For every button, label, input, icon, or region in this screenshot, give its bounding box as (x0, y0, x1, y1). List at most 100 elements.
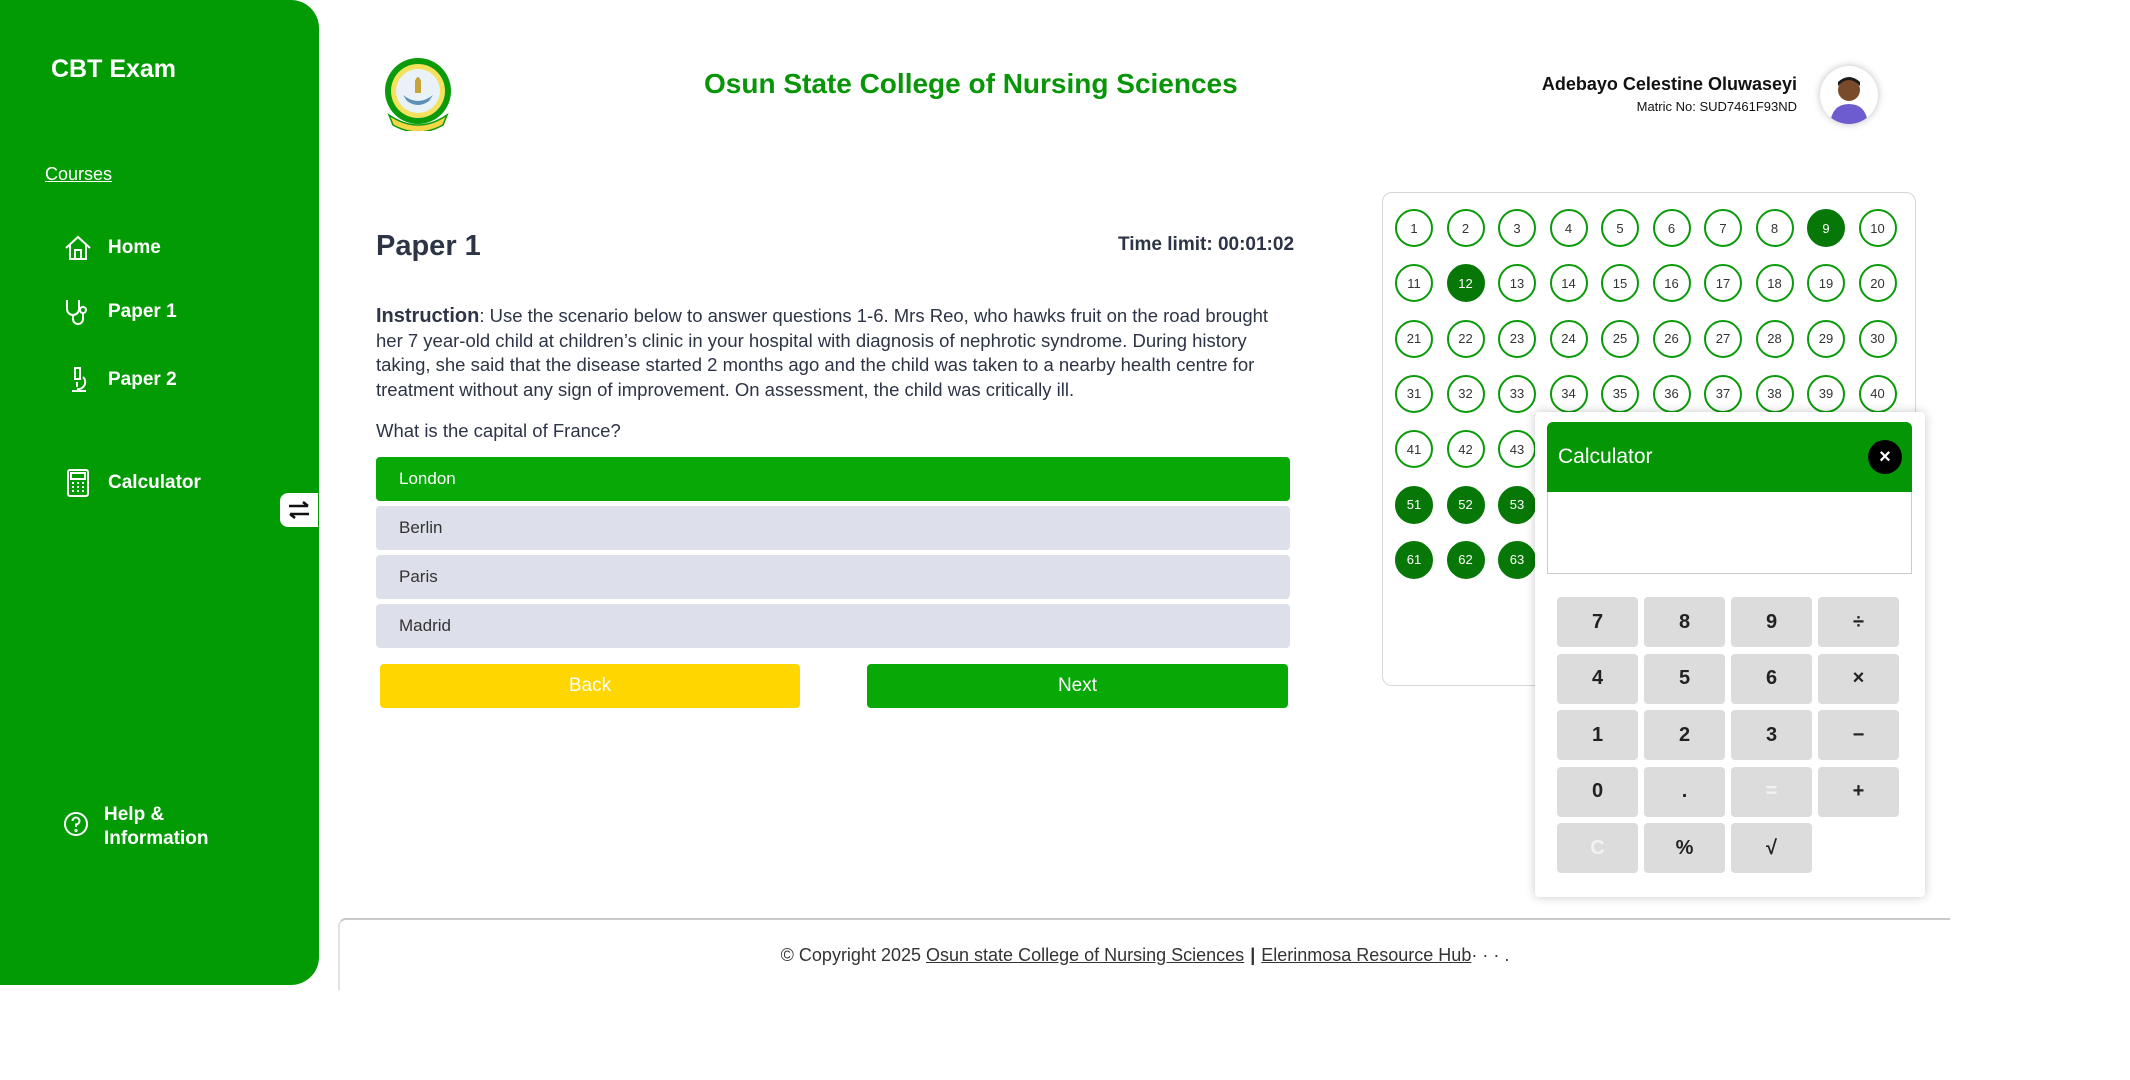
sidebar-item-calculator[interactable]: Calculator (62, 465, 201, 501)
close-button[interactable]: × (1868, 440, 1902, 474)
paper-title: Paper 1 (376, 230, 481, 262)
question-number-button[interactable]: 3 (1498, 209, 1536, 247)
next-button[interactable]: Next (867, 664, 1288, 708)
brand-title: CBT Exam (51, 55, 177, 83)
question-number-button[interactable]: 34 (1549, 374, 1588, 413)
question-number-button[interactable]: 11 (1395, 264, 1433, 303)
calc-key-7[interactable]: 7 (1557, 597, 1638, 647)
calc-key-0[interactable]: 0 (1557, 766, 1638, 817)
question-number-button[interactable]: 10 (1858, 209, 1897, 247)
question-number-button[interactable]: 7 (1704, 209, 1742, 247)
question-number-button[interactable]: 22 (1446, 319, 1485, 358)
user-name: Adebayo Celestine Oluwaseyi (1541, 74, 1797, 94)
footer: © Copyright 2025 Osun state College of N… (338, 918, 1950, 990)
calc-key-6[interactable]: 6 (1731, 653, 1812, 704)
question-number-button[interactable]: 24 (1549, 319, 1588, 358)
calc-key-3[interactable]: 3 (1731, 710, 1812, 760)
question-number-button[interactable]: 21 (1395, 319, 1433, 358)
calc-key-divide[interactable]: ÷ (1818, 597, 1899, 647)
question-number-button[interactable]: 2 (1446, 209, 1485, 247)
home-icon (62, 230, 94, 266)
matric-number: Matric No: SUD7461F93ND (1636, 99, 1797, 114)
question-number-button[interactable]: 61 (1395, 540, 1433, 579)
question-number-button[interactable]: 43 (1498, 430, 1536, 469)
question-number-button[interactable]: 38 (1755, 374, 1794, 413)
courses-link[interactable]: Courses (45, 164, 112, 185)
calc-key-subtract[interactable]: − (1818, 710, 1899, 760)
question-number-button[interactable]: 33 (1498, 374, 1536, 413)
question-number-button[interactable]: 31 (1395, 374, 1433, 413)
question-number-button[interactable]: 13 (1498, 264, 1536, 303)
question-number-button[interactable]: 52 (1446, 485, 1485, 524)
question-number-button[interactable]: 63 (1498, 540, 1536, 579)
calc-key-5[interactable]: 5 (1644, 653, 1725, 704)
question-number-button[interactable]: 19 (1807, 264, 1845, 303)
question-number-button[interactable]: 9 (1807, 209, 1845, 247)
question-number-button[interactable]: 25 (1601, 319, 1639, 358)
calc-key-clear[interactable]: C (1557, 823, 1638, 873)
college-link[interactable]: Osun state College of Nursing Sciences (926, 945, 1244, 966)
help-label-line1: Help & (104, 804, 165, 825)
question-number-button[interactable]: 20 (1858, 264, 1897, 303)
calc-key-equals[interactable]: = (1731, 766, 1812, 817)
calc-key-sqrt[interactable]: √ (1731, 823, 1812, 873)
question-number-button[interactable]: 14 (1549, 264, 1588, 303)
question-number-button[interactable]: 15 (1601, 264, 1639, 303)
question-number-button[interactable]: 1 (1395, 209, 1433, 247)
question-number-button[interactable]: 27 (1704, 319, 1742, 358)
question-number-button[interactable]: 51 (1395, 485, 1433, 524)
calculator-header: Calculator × (1547, 422, 1912, 492)
answer-option[interactable]: Berlin (376, 506, 1290, 550)
help-label-line2: Information (104, 828, 209, 849)
calc-key-4[interactable]: 4 (1557, 653, 1638, 704)
question-number-button[interactable]: 12 (1446, 264, 1485, 303)
answer-option[interactable]: Madrid (376, 604, 1290, 648)
question-number-button[interactable]: 28 (1755, 319, 1794, 358)
question-number-button[interactable]: 18 (1755, 264, 1794, 303)
question-number-button[interactable]: 23 (1498, 319, 1536, 358)
help-information-link[interactable]: Help & Information (62, 803, 209, 851)
avatar[interactable] (1820, 66, 1878, 124)
resource-hub-link[interactable]: Elerinmosa Resource Hub (1261, 945, 1471, 966)
answer-option[interactable]: Paris (376, 555, 1290, 599)
sidebar-item-label: Home (108, 237, 161, 258)
question-number-button[interactable]: 5 (1601, 209, 1639, 247)
calc-key-percent[interactable]: % (1644, 823, 1725, 873)
swap-arrows-icon (289, 500, 309, 520)
question-number-button[interactable]: 26 (1652, 319, 1691, 358)
question-number-button[interactable]: 39 (1807, 374, 1845, 413)
sidebar-toggle-button[interactable] (280, 493, 318, 527)
question-number-button[interactable]: 42 (1446, 430, 1485, 469)
back-button[interactable]: Back (380, 664, 800, 708)
sidebar-item-home[interactable]: Home (62, 230, 161, 266)
calculator-panel: Calculator × 7 8 9 ÷ 4 5 6 × 1 2 3−0. = + C% √ (1535, 412, 1925, 897)
question-number-button[interactable]: 6 (1652, 209, 1691, 247)
question-number-button[interactable]: 4 (1549, 209, 1588, 247)
question-number-button[interactable]: 36 (1652, 374, 1691, 413)
question-number-button[interactable]: 37 (1704, 374, 1742, 413)
calc-key-decimal[interactable]: . (1644, 766, 1725, 817)
calc-key-8[interactable]: 8 (1644, 597, 1725, 647)
calc-key-add[interactable]: + (1818, 766, 1899, 817)
question-number-button[interactable]: 30 (1858, 319, 1897, 358)
calc-key-1[interactable]: 1 (1557, 710, 1638, 760)
calc-key-multiply[interactable]: × (1818, 653, 1899, 704)
calc-key-2[interactable]: 2 (1644, 710, 1725, 760)
sidebar-item-label: Paper 2 (108, 369, 177, 390)
question-number-button[interactable]: 17 (1704, 264, 1742, 303)
sidebar-item-paper-1[interactable]: Paper 1 (62, 294, 177, 330)
question-number-button[interactable]: 29 (1807, 319, 1845, 358)
sidebar-item-paper-2[interactable]: Paper 2 (62, 362, 177, 398)
question-number-button[interactable]: 32 (1446, 374, 1485, 413)
question-number-button[interactable]: 41 (1395, 430, 1433, 469)
question-number-button[interactable]: 53 (1498, 485, 1536, 524)
question-number-button[interactable]: 16 (1652, 264, 1691, 303)
question-number-button[interactable]: 40 (1858, 374, 1897, 413)
question-number-button[interactable]: 35 (1601, 374, 1639, 413)
calc-key-9[interactable]: 9 (1731, 597, 1812, 647)
instruction-body: : Use the scenario below to answer quest… (376, 305, 1269, 400)
time-limit: Time limit: 00:01:02 (1118, 234, 1294, 256)
question-number-button[interactable]: 8 (1755, 209, 1794, 247)
answer-option[interactable]: London (376, 457, 1290, 501)
question-number-button[interactable]: 62 (1446, 540, 1485, 579)
